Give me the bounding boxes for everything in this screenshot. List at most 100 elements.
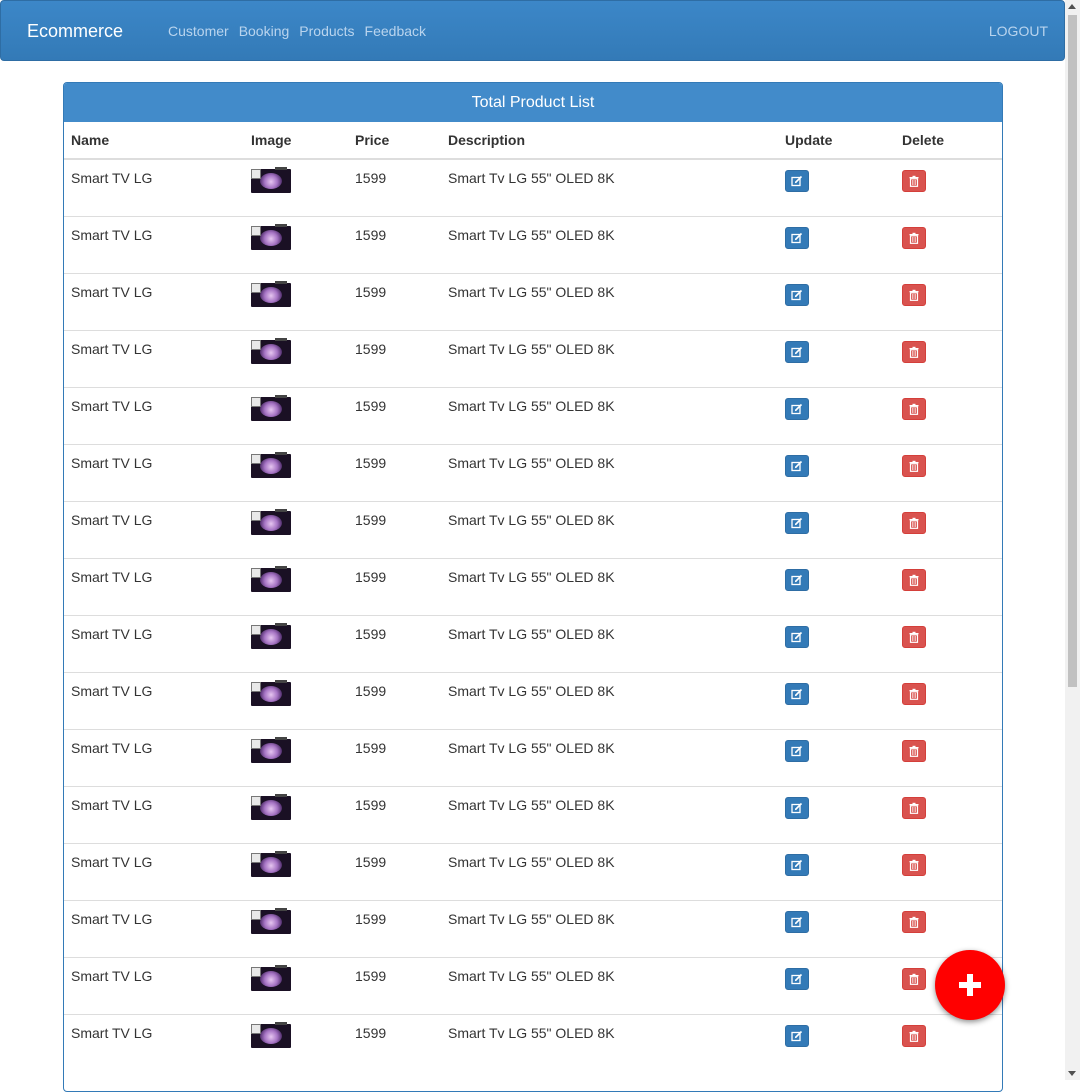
delete-button[interactable] bbox=[902, 454, 926, 477]
trash-icon bbox=[908, 859, 920, 871]
tv-thumbnail bbox=[251, 565, 291, 592]
tv-thumbnail bbox=[251, 1021, 291, 1048]
update-button[interactable] bbox=[785, 739, 809, 762]
table-row: Smart TV LG 1599 Smart Tv LG 55" OLED 8K bbox=[64, 386, 1002, 444]
trash-icon bbox=[908, 802, 920, 814]
table-row: Smart TV LG 1599 Smart Tv LG 55" OLED 8K bbox=[64, 1013, 1002, 1071]
edit-icon bbox=[791, 460, 803, 472]
edit-icon bbox=[791, 232, 803, 244]
product-price: 1599 bbox=[355, 170, 387, 186]
add-product-button[interactable] bbox=[935, 950, 1005, 1020]
product-name: Smart TV LG bbox=[64, 728, 244, 786]
delete-button[interactable] bbox=[902, 853, 926, 876]
tv-thumbnail bbox=[251, 793, 291, 820]
tv-thumbnail bbox=[251, 964, 291, 991]
trash-icon bbox=[908, 460, 920, 472]
table-row: Smart TV LG 1599 Smart Tv LG 55" OLED 8K bbox=[64, 272, 1002, 330]
product-name: Smart TV LG bbox=[64, 329, 244, 387]
delete-button[interactable] bbox=[902, 226, 926, 249]
table-header-row: Name Image Price Description Update Dele… bbox=[64, 122, 1002, 160]
product-description: Smart Tv LG 55" OLED 8K bbox=[441, 500, 778, 558]
brand-logo[interactable]: Ecommerce bbox=[27, 21, 123, 42]
delete-button[interactable] bbox=[902, 682, 926, 705]
delete-button[interactable] bbox=[902, 625, 926, 648]
product-description: Smart Tv LG 55" OLED 8K bbox=[441, 728, 778, 786]
product-price: 1599 bbox=[348, 728, 441, 786]
delete-button[interactable] bbox=[902, 796, 926, 819]
update-button[interactable] bbox=[785, 511, 809, 534]
update-button[interactable] bbox=[785, 1024, 809, 1047]
product-description: Smart Tv LG 55" OLED 8K bbox=[441, 785, 778, 843]
product-name: Smart TV LG bbox=[64, 557, 244, 615]
trash-icon bbox=[908, 916, 920, 928]
trash-icon bbox=[908, 631, 920, 643]
product-name: Smart TV LG bbox=[64, 443, 244, 501]
edit-icon bbox=[791, 859, 803, 871]
delete-button[interactable] bbox=[902, 170, 926, 192]
product-price: 1599 bbox=[348, 1013, 441, 1071]
product-name: Smart TV LG bbox=[64, 1013, 244, 1071]
product-name: Smart TV LG bbox=[64, 899, 244, 957]
delete-button[interactable] bbox=[902, 340, 926, 363]
edit-icon bbox=[791, 403, 803, 415]
table-row: Smart TV LG 1599 Smart Tv LG 55" OLED 8K bbox=[64, 329, 1002, 387]
tv-thumbnail bbox=[251, 736, 291, 763]
table-row: Smart TV LG 1599 Smart Tv LG 55" OLED 8K bbox=[64, 956, 1002, 1014]
update-button[interactable] bbox=[785, 568, 809, 591]
nav-link-customer[interactable]: Customer bbox=[168, 23, 229, 39]
edit-icon bbox=[791, 517, 803, 529]
tv-thumbnail bbox=[251, 394, 291, 421]
update-button[interactable] bbox=[785, 226, 809, 249]
product-price: 1599 bbox=[348, 956, 441, 1014]
update-button[interactable] bbox=[785, 682, 809, 705]
delete-button[interactable] bbox=[902, 967, 926, 990]
delete-button[interactable] bbox=[902, 910, 926, 933]
product-price: 1599 bbox=[348, 785, 441, 843]
nav-link-products[interactable]: Products bbox=[299, 23, 354, 39]
update-button[interactable] bbox=[785, 397, 809, 420]
product-price: 1599 bbox=[348, 842, 441, 900]
delete-button[interactable] bbox=[902, 739, 926, 762]
table-row: Smart TV LG 1599 Smart Tv LG 55" OLED 8K bbox=[64, 728, 1002, 786]
update-button[interactable] bbox=[785, 967, 809, 990]
delete-button[interactable] bbox=[902, 511, 926, 534]
delete-button[interactable] bbox=[902, 397, 926, 420]
update-button[interactable] bbox=[785, 796, 809, 819]
product-name: Smart TV LG bbox=[64, 215, 244, 273]
scroll-up-arrow[interactable] bbox=[1068, 4, 1076, 9]
scroll-down-arrow[interactable] bbox=[1068, 1071, 1076, 1076]
product-description: Smart Tv LG 55" OLED 8K bbox=[441, 272, 778, 330]
product-description: Smart Tv LG 55" OLED 8K bbox=[441, 443, 778, 501]
update-button[interactable] bbox=[785, 910, 809, 933]
product-name: Smart TV LG bbox=[64, 500, 244, 558]
navbar: Ecommerce Customer Booking Products Feed… bbox=[0, 0, 1065, 61]
edit-icon bbox=[791, 1030, 803, 1042]
product-description: Smart Tv LG 55" OLED 8K bbox=[441, 215, 778, 273]
product-price: 1599 bbox=[348, 329, 441, 387]
product-description: Smart Tv LG 55" OLED 8K bbox=[441, 329, 778, 387]
table-row: Smart TV LG 1599 Smart Tv LG 55" OLED 8K bbox=[64, 614, 1002, 672]
table-row: Smart TV LG 1599 Smart Tv LG 55" OLED 8K bbox=[64, 557, 1002, 615]
update-button[interactable] bbox=[785, 283, 809, 306]
update-button[interactable] bbox=[785, 170, 809, 192]
delete-button[interactable] bbox=[902, 1024, 926, 1047]
table-row: Smart TV LG 1599 Smart Tv LG 55" OLED 8K bbox=[64, 842, 1002, 900]
product-name: Smart TV LG bbox=[64, 785, 244, 843]
scroll-thumb[interactable] bbox=[1068, 15, 1077, 687]
delete-button[interactable] bbox=[902, 283, 926, 306]
delete-button[interactable] bbox=[902, 568, 926, 591]
product-description: Smart Tv LG 55" OLED 8K bbox=[441, 671, 778, 729]
update-button[interactable] bbox=[785, 853, 809, 876]
table-row: Smart TV LG 1599 Smart Tv LG 55" OLED 8K bbox=[64, 500, 1002, 558]
nav-link-feedback[interactable]: Feedback bbox=[365, 23, 426, 39]
column-header-price: Price bbox=[348, 122, 441, 160]
nav-link-booking[interactable]: Booking bbox=[239, 23, 290, 39]
update-button[interactable] bbox=[785, 625, 809, 648]
update-button[interactable] bbox=[785, 454, 809, 477]
plus-icon bbox=[959, 974, 981, 996]
update-button[interactable] bbox=[785, 340, 809, 363]
product-name: Smart TV LG bbox=[64, 671, 244, 729]
logout-link[interactable]: LOGOUT bbox=[989, 23, 1048, 39]
tv-thumbnail bbox=[251, 907, 291, 934]
vertical-scrollbar[interactable] bbox=[1065, 0, 1080, 1080]
